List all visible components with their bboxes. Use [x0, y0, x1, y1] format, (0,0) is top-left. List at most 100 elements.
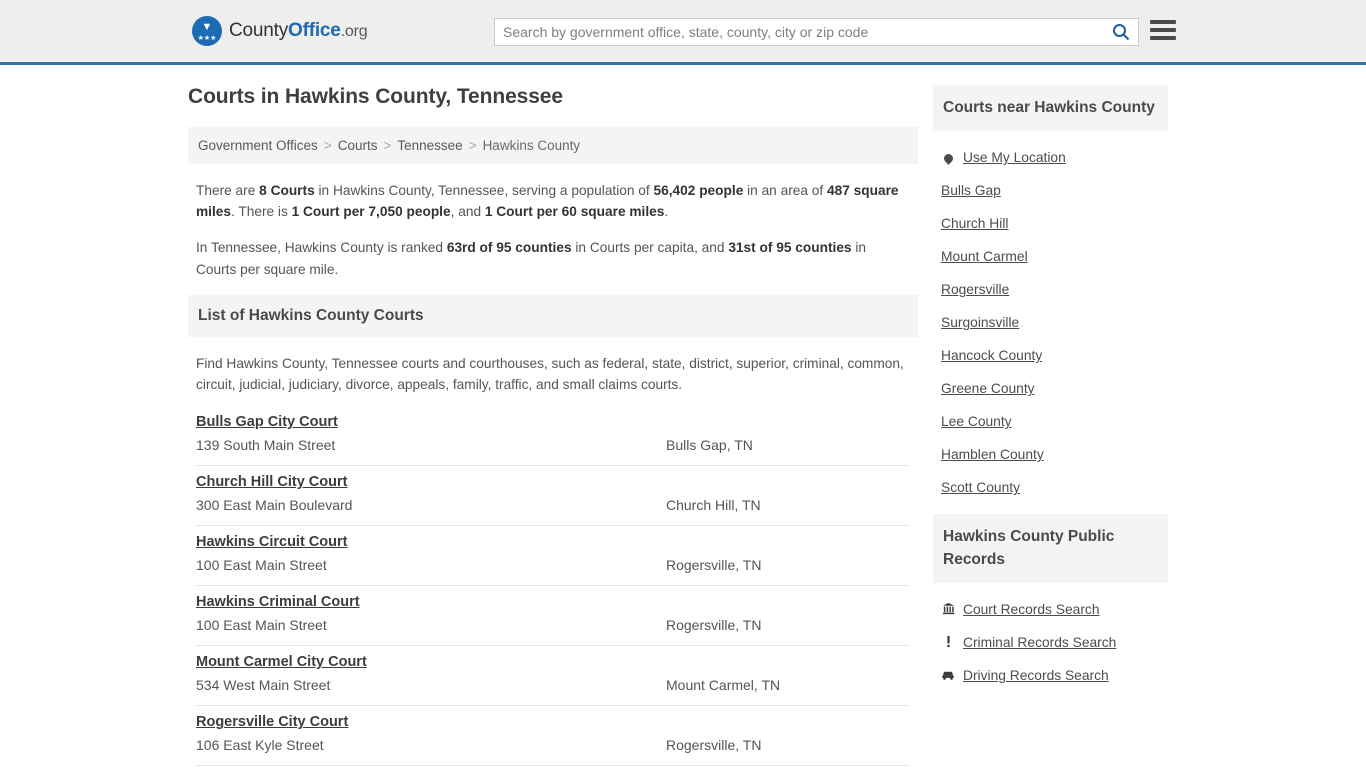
nearby-link-hancock-county[interactable]: Hancock County — [941, 339, 1160, 372]
public-records-links: Court Records Search Criminal Records Sea… — [933, 583, 1168, 692]
map-pin-shape — [941, 152, 955, 166]
court-row: Hawkins Circuit Court 100 East Main Stree… — [196, 526, 910, 587]
hamburger-icon-bar — [1150, 36, 1176, 40]
stat-value: 31st of 95 counties — [728, 240, 852, 256]
stat-text: In Tennessee, Hawkins County is ranked — [196, 240, 447, 256]
court-city: Bulls Gap, TN — [666, 437, 753, 454]
nearby-courts-header: Courts near Hawkins County — [933, 85, 1168, 132]
court-detail: 100 East Main Street Rogersville, TN — [196, 557, 910, 573]
logo-text-office: Office — [288, 20, 341, 41]
court-address: 534 West Main Street — [196, 677, 331, 694]
breadcrumb-separator: > — [323, 138, 332, 153]
nearby-link-hamblen-county[interactable]: Hamblen County — [941, 438, 1160, 471]
nearby-link-scott-county[interactable]: Scott County — [941, 471, 1160, 504]
stat-value: 8 Courts — [259, 183, 315, 198]
nearby-link-church-hill[interactable]: Church Hill — [941, 207, 1160, 240]
court-city: Mount Carmel, TN — [666, 677, 781, 694]
site-logo[interactable]: ▼ ★★★ CountyOffice.org — [192, 16, 368, 46]
records-link-court-records-search[interactable]: Court Records Search — [941, 593, 1160, 626]
court-name-link[interactable]: Rogersville City Court — [196, 714, 348, 730]
stat-text: in Courts per capita, and — [571, 240, 729, 256]
breadcrumb-item[interactable]: Tennessee — [397, 138, 462, 153]
main-column: Courts in Hawkins County, Tennessee Gove… — [188, 85, 918, 767]
court-name-link[interactable]: Hawkins Criminal Court — [196, 594, 360, 610]
logo-text-org: .org — [340, 23, 368, 40]
link-label: Bulls Gap — [941, 183, 1001, 199]
stat-text: . There is — [231, 204, 292, 220]
nearby-courts-heading: Courts near Hawkins County — [943, 99, 1155, 116]
court-city: Rogersville, TN — [666, 737, 762, 754]
hamburger-icon-bar — [1150, 28, 1176, 32]
breadcrumb: Government Offices > Courts > Tennessee > Hawk… — [188, 127, 918, 164]
court-row: Rogersville City Court 106 East Kyle Stre… — [196, 706, 910, 767]
link-label: Surgoinsville — [941, 315, 1020, 331]
nearby-link-bulls-gap[interactable]: Bulls Gap — [941, 174, 1160, 207]
nearby-courts-box: Courts near Hawkins County Use My Locati… — [933, 85, 1168, 504]
records-link-driving-records-search[interactable]: Driving Records Search — [941, 659, 1160, 692]
link-label: Lee County — [941, 414, 1012, 430]
logo-text-county: County — [229, 20, 289, 41]
site-header: ▼ ★★★ CountyOffice.org — [0, 0, 1366, 65]
court-list-description: Find Hawkins County, Tennessee courts an… — [196, 355, 904, 393]
exclamation-icon — [941, 635, 955, 650]
stat-text: , and — [450, 204, 485, 220]
car-icon — [941, 668, 955, 683]
map-pin-icon — [941, 151, 955, 166]
nearby-link-lee-county[interactable]: Lee County — [941, 405, 1160, 438]
link-label: Mount Carmel — [941, 249, 1028, 265]
court-name-link[interactable]: Hawkins Circuit Court — [196, 534, 347, 550]
breadcrumb-item[interactable]: Courts — [338, 138, 378, 153]
page-body: Courts in Hawkins County, Tennessee Gove… — [0, 65, 1366, 767]
breadcrumb-item: Hawkins County — [482, 138, 581, 153]
search-button[interactable] — [1104, 19, 1138, 45]
page-title: Courts in Hawkins County, Tennessee — [188, 85, 563, 108]
public-records-heading: Hawkins County Public Records — [943, 528, 1115, 568]
public-records-box: Hawkins County Public Records Court Reco… — [933, 514, 1168, 692]
nearby-link-surgoinsville[interactable]: Surgoinsville — [941, 306, 1160, 339]
menu-button[interactable] — [1150, 19, 1176, 41]
link-label: Driving Records Search — [963, 668, 1109, 684]
nearby-link-use-my-location[interactable]: Use My Location — [941, 141, 1160, 174]
link-label: Court Records Search — [963, 602, 1100, 618]
link-label: Greene County — [941, 381, 1035, 397]
court-detail: 100 East Main Street Rogersville, TN — [196, 617, 910, 633]
court-name-link[interactable]: Mount Carmel City Court — [196, 654, 367, 670]
courthouse-icon — [941, 602, 955, 617]
search-bar[interactable] — [494, 18, 1139, 46]
breadcrumb-item[interactable]: Government Offices — [198, 138, 318, 153]
court-detail: 534 West Main Street Mount Carmel, TN — [196, 677, 910, 693]
court-name-link[interactable]: Church Hill City Court — [196, 474, 347, 490]
countyoffice-logo-icon: ▼ ★★★ — [192, 16, 222, 46]
nearby-link-greene-county[interactable]: Greene County — [941, 372, 1160, 405]
court-address: 139 South Main Street — [196, 437, 336, 454]
records-link-criminal-records-search[interactable]: Criminal Records Search — [941, 626, 1160, 659]
court-list: Bulls Gap City Court 139 South Main Stree… — [188, 413, 918, 767]
link-label: Hamblen County — [941, 447, 1044, 463]
sidebar: Courts near Hawkins County Use My Locati… — [933, 85, 1168, 702]
court-name-link[interactable]: Bulls Gap City Court — [196, 414, 338, 430]
hamburger-icon-bar — [1150, 20, 1176, 24]
stat-value: 63rd of 95 counties — [446, 240, 572, 256]
link-label: Criminal Records Search — [963, 635, 1117, 651]
stats-paragraph-1: There are 8 Courts in Hawkins County, Te… — [188, 180, 918, 222]
court-detail: 300 East Main Boulevard Church Hill, TN — [196, 497, 910, 513]
stats-paragraph-2: In Tennessee, Hawkins County is ranked 6… — [188, 237, 918, 279]
court-row: Church Hill City Court 300 East Main Boul… — [196, 466, 910, 527]
court-address: 100 East Main Street — [196, 557, 327, 574]
court-row: Hawkins Criminal Court 100 East Main Stre… — [196, 586, 910, 647]
search-input[interactable] — [495, 19, 1104, 45]
nearby-link-rogersville[interactable]: Rogersville — [941, 273, 1160, 306]
court-row: Bulls Gap City Court 139 South Main Stree… — [196, 413, 910, 467]
stat-text: There are — [196, 183, 260, 198]
court-list-heading: List of Hawkins County Courts — [198, 306, 424, 324]
public-records-header: Hawkins County Public Records — [933, 514, 1168, 584]
breadcrumb-separator: > — [383, 138, 392, 153]
search-icon — [1113, 24, 1130, 41]
nearby-link-mount-carmel[interactable]: Mount Carmel — [941, 240, 1160, 273]
court-address: 106 East Kyle Street — [196, 737, 324, 754]
stat-text: . — [664, 204, 669, 220]
stat-text: in Hawkins County, Tennessee, serving a … — [314, 183, 654, 198]
stat-text: in an area of — [743, 183, 828, 198]
link-label: Scott County — [941, 480, 1020, 496]
court-address: 300 East Main Boulevard — [196, 497, 353, 514]
